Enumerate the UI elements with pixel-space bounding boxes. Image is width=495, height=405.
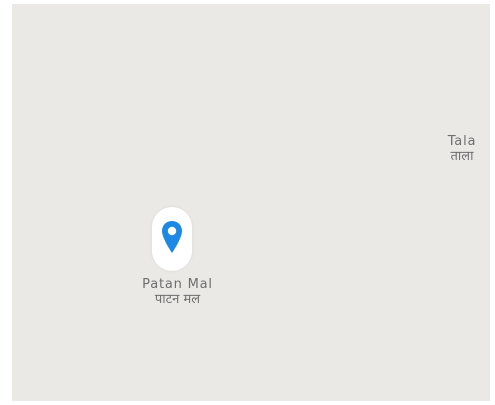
map-frame: Tala ताला Patan Mal पाटन मल — [0, 0, 495, 405]
place-label-patan-mal[interactable]: Patan Mal पाटन मल — [130, 277, 225, 308]
place-name-devanagari: ताला — [450, 148, 474, 164]
place-name-latin: Tala — [447, 134, 477, 149]
place-name-latin: Patan Mal — [142, 277, 213, 292]
place-name-devanagari: पाटन मल — [154, 291, 201, 307]
place-label-tala[interactable]: Tala ताला — [437, 134, 487, 165]
location-pin-icon[interactable] — [161, 220, 183, 254]
map-canvas[interactable]: Tala ताला Patan Mal पाटन मल — [12, 4, 490, 401]
